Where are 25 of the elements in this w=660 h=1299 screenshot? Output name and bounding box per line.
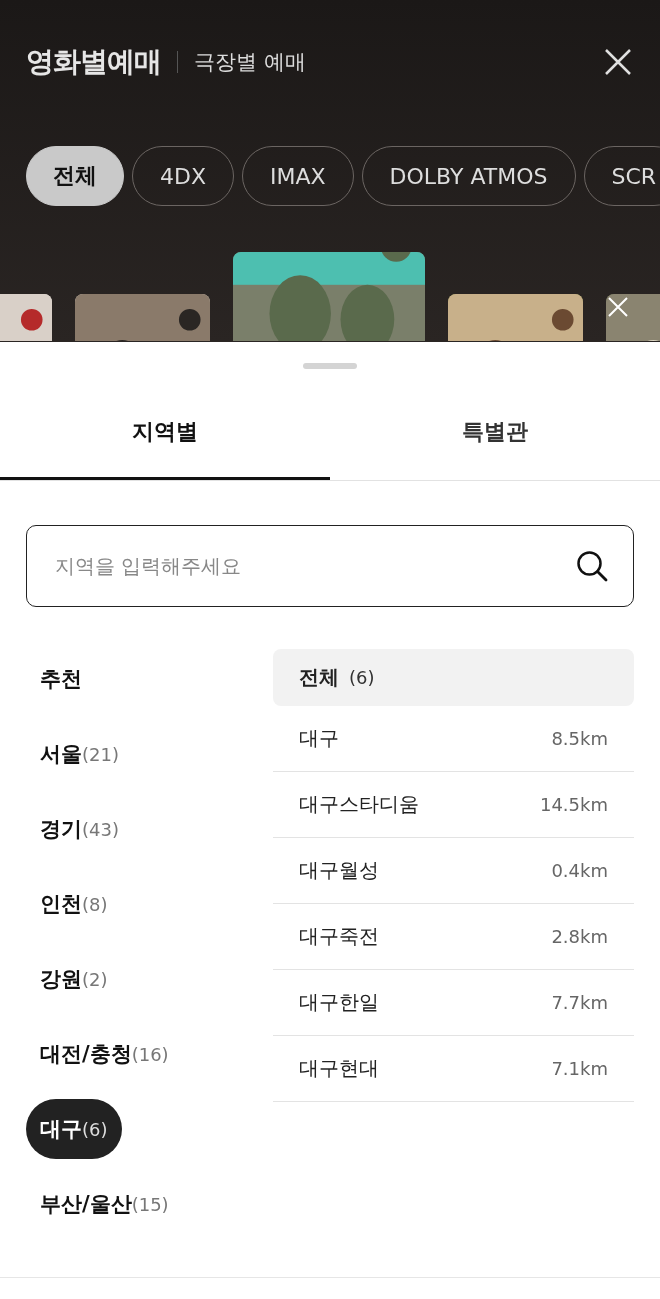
region-item[interactable]: 인천(8) bbox=[26, 874, 122, 934]
tab[interactable]: 지역별 bbox=[0, 398, 330, 480]
format-chip[interactable]: 전체 bbox=[26, 146, 124, 206]
search-field[interactable]: 지역을 입력해주세요 bbox=[26, 525, 634, 607]
theater-item[interactable]: 대구월성 0.4km bbox=[273, 838, 634, 904]
theater-item[interactable]: 대구현대 7.1km bbox=[273, 1036, 634, 1102]
close-icon[interactable] bbox=[604, 48, 632, 76]
theater-item[interactable]: 대구한일 7.7km bbox=[273, 970, 634, 1036]
format-chip[interactable]: 4DX bbox=[132, 146, 234, 206]
region-item[interactable]: 부산/울산(15) bbox=[26, 1174, 183, 1234]
region-item[interactable]: 추천 bbox=[26, 649, 96, 709]
theater-item[interactable]: 대구죽전 2.8km bbox=[273, 904, 634, 970]
region-item[interactable]: 대전/충청(16) bbox=[26, 1024, 183, 1084]
theater-item[interactable]: 전체 (6) bbox=[273, 649, 634, 706]
region-item[interactable]: 강원(2) bbox=[26, 949, 122, 1009]
region-item[interactable]: 대구(6) bbox=[26, 1099, 122, 1159]
page-title: 영화별예매 bbox=[26, 44, 161, 80]
search-icon[interactable] bbox=[576, 550, 608, 582]
theater-item[interactable]: 대구 8.5km bbox=[273, 706, 634, 772]
tab[interactable]: 특별관 bbox=[330, 398, 660, 480]
drag-handle[interactable] bbox=[303, 363, 357, 369]
region-item[interactable]: 경기(43) bbox=[26, 799, 133, 859]
theater-item[interactable]: 대구스타디움 14.5km bbox=[273, 772, 634, 838]
region-item[interactable]: 서울(21) bbox=[26, 724, 133, 784]
theater-booking-tab[interactable]: 극장별 예매 bbox=[194, 48, 306, 76]
